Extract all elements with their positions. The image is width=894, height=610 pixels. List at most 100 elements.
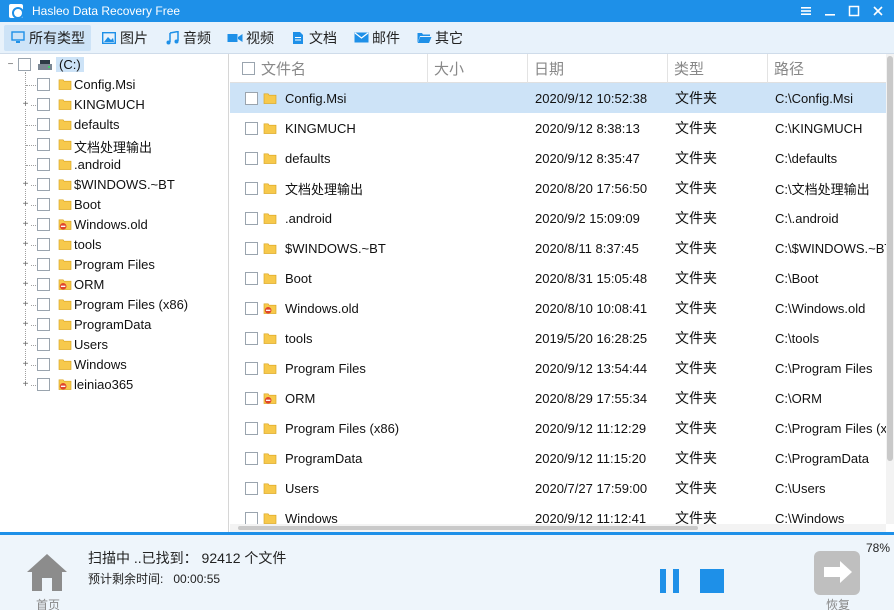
tree-checkbox[interactable] [37, 238, 50, 251]
expand-icon[interactable]: + [21, 340, 30, 350]
row-checkbox[interactable] [245, 121, 258, 135]
select-all-checkbox[interactable] [242, 62, 255, 75]
table-row[interactable]: Program Files 2020/9/12 13:54:44 文件夹 C:\Pro… [230, 353, 886, 383]
table-row[interactable]: tools 2019/5/20 16:28:25 文件夹 C:\tools [230, 323, 886, 353]
row-checkbox[interactable] [245, 331, 258, 345]
tree-checkbox[interactable] [37, 338, 50, 351]
maximize-button[interactable] [842, 0, 866, 22]
table-row[interactable]: .android 2020/9/2 15:09:09 文件夹 C:\.android [230, 203, 886, 233]
tree-item[interactable]: .android [0, 155, 228, 175]
table-row[interactable]: Config.Msi 2020/9/12 10:52:38 文件夹 C:\Config… [230, 83, 886, 113]
filter-tab-0[interactable]: 所有类型 [4, 24, 91, 51]
column-header-date[interactable]: 日期 [528, 54, 668, 83]
tree-checkbox[interactable] [37, 358, 50, 371]
tree-checkbox[interactable] [37, 138, 50, 151]
expand-icon[interactable]: + [21, 380, 30, 390]
column-header-path[interactable]: 路径 [768, 54, 886, 83]
vertical-scroll-thumb[interactable] [887, 56, 893, 461]
row-checkbox[interactable] [245, 151, 258, 165]
filter-tab-5[interactable]: 邮件 [347, 25, 406, 51]
expand-icon[interactable]: + [21, 320, 30, 330]
tree-checkbox[interactable] [37, 158, 50, 171]
tree-checkbox[interactable] [37, 118, 50, 131]
row-checkbox[interactable] [245, 241, 258, 255]
tree-item[interactable]: Config.Msi [0, 75, 228, 95]
tree-item[interactable]: + Windows.old [0, 215, 228, 235]
tree-item[interactable]: + tools [0, 235, 228, 255]
tree-item[interactable]: + $WINDOWS.~BT [0, 175, 228, 195]
tree-item[interactable]: + Boot [0, 195, 228, 215]
row-checkbox[interactable] [245, 391, 258, 405]
row-checkbox[interactable] [245, 511, 258, 524]
tree-item[interactable]: + Program Files (x86) [0, 295, 228, 315]
tree-item[interactable]: + leiniao365 [0, 375, 228, 395]
table-row[interactable]: Boot 2020/8/31 15:05:48 文件夹 C:\Boot [230, 263, 886, 293]
row-checkbox[interactable] [245, 481, 258, 495]
column-header-size[interactable]: 大小 [428, 54, 528, 83]
tree-checkbox[interactable] [37, 78, 50, 91]
table-row[interactable]: defaults 2020/9/12 8:35:47 文件夹 C:\defaults [230, 143, 886, 173]
expand-icon[interactable]: + [21, 200, 30, 210]
tree-checkbox[interactable] [37, 218, 50, 231]
filter-tab-3[interactable]: 视频 [221, 25, 280, 51]
expand-icon[interactable]: + [21, 240, 30, 250]
tree-checkbox[interactable] [37, 198, 50, 211]
row-checkbox[interactable] [245, 271, 258, 285]
filter-tab-4[interactable]: 文档 [284, 25, 343, 51]
table-vertical-scrollbar[interactable] [886, 54, 894, 524]
row-checkbox[interactable] [245, 361, 258, 375]
expand-icon[interactable]: + [21, 280, 30, 290]
table-horizontal-scrollbar[interactable] [230, 524, 886, 532]
expand-icon[interactable]: + [21, 180, 30, 190]
stop-button[interactable] [700, 569, 724, 593]
tree-item[interactable]: + Users [0, 335, 228, 355]
filter-tab-6[interactable]: 其它 [410, 25, 469, 51]
row-checkbox[interactable] [245, 301, 258, 315]
filter-tab-1[interactable]: 图片 [95, 25, 154, 51]
expand-icon[interactable]: + [21, 260, 30, 270]
table-row[interactable]: ProgramData 2020/9/12 11:15:20 文件夹 C:\Progr… [230, 443, 886, 473]
tree-checkbox[interactable] [37, 318, 50, 331]
tree-checkbox[interactable] [37, 178, 50, 191]
expand-icon[interactable]: + [21, 100, 30, 110]
tree-checkbox[interactable] [37, 258, 50, 271]
minimize-button[interactable] [818, 0, 842, 22]
tree-item[interactable]: + Program Files [0, 255, 228, 275]
tree-item[interactable]: + Windows [0, 355, 228, 375]
table-row[interactable]: Windows.old 2020/8/10 10:08:41 文件夹 C:\Windo… [230, 293, 886, 323]
table-row[interactable]: Windows 2020/9/12 11:12:41 文件夹 C:\Windows [230, 503, 886, 524]
tree-item[interactable]: + KINGMUCH [0, 95, 228, 115]
column-header-type[interactable]: 类型 [668, 54, 768, 83]
menu-button[interactable] [794, 0, 818, 22]
column-header-name[interactable]: 文件名 [230, 54, 428, 83]
tree-checkbox[interactable] [37, 298, 50, 311]
tree-item[interactable]: defaults [0, 115, 228, 135]
recover-button[interactable] [814, 551, 860, 595]
collapse-icon[interactable]: − [6, 60, 15, 70]
tree-checkbox[interactable] [37, 378, 50, 391]
tree-checkbox[interactable] [18, 58, 31, 71]
table-row[interactable]: Users 2020/7/27 17:59:00 文件夹 C:\Users [230, 473, 886, 503]
table-row[interactable]: KINGMUCH 2020/9/12 8:38:13 文件夹 C:\KINGMUCH [230, 113, 886, 143]
row-checkbox[interactable] [245, 421, 258, 435]
table-row[interactable]: $WINDOWS.~BT 2020/8/11 8:37:45 文件夹 C:\$WIND… [230, 233, 886, 263]
row-checkbox[interactable] [245, 451, 258, 465]
expand-icon[interactable]: + [21, 300, 30, 310]
tree-item[interactable]: 文档处理输出 [0, 135, 228, 155]
expand-icon[interactable]: + [21, 360, 30, 370]
horizontal-scroll-thumb[interactable] [238, 526, 698, 530]
row-checkbox[interactable] [245, 211, 258, 225]
row-checkbox[interactable] [245, 181, 258, 195]
tree-checkbox[interactable] [37, 278, 50, 291]
tree-item[interactable]: + ORM [0, 275, 228, 295]
filter-tab-2[interactable]: 音频 [158, 25, 217, 51]
row-checkbox[interactable] [245, 91, 258, 105]
expand-icon[interactable]: + [21, 220, 30, 230]
tree-item[interactable]: + ProgramData [0, 315, 228, 335]
tree-checkbox[interactable] [37, 98, 50, 111]
pause-button[interactable] [659, 569, 681, 593]
table-row[interactable]: ORM 2020/8/29 17:55:34 文件夹 C:\ORM [230, 383, 886, 413]
table-row[interactable]: Program Files (x86) 2020/9/12 11:12:29 文件夹… [230, 413, 886, 443]
close-button[interactable] [866, 0, 890, 22]
table-row[interactable]: 文档处理输出 2020/8/20 17:56:50 文件夹 C:\文档处理输出 [230, 173, 886, 203]
